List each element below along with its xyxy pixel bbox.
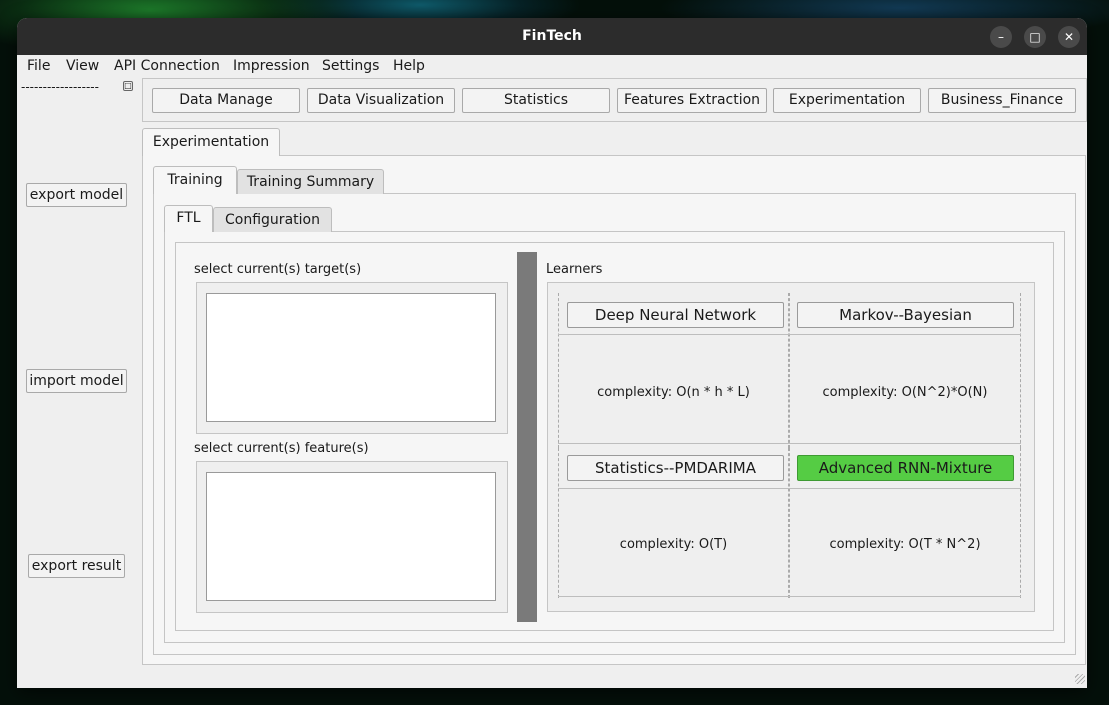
app-window: FinTech – □ ✕ File View API Connection I… [17,18,1087,688]
maximize-icon[interactable]: □ [1024,26,1046,48]
tab-ftl[interactable]: FTL [164,205,213,232]
divider [558,443,1021,444]
resize-grip-icon[interactable] [1075,674,1085,684]
float-panel-icon[interactable]: □ [123,81,133,91]
divider [558,334,1021,335]
minimize-icon[interactable]: – [990,26,1012,48]
markov-bayesian-button[interactable]: Markov--Bayesian [797,302,1014,328]
target-listbox[interactable] [206,293,496,422]
title-bar[interactable]: FinTech – □ ✕ [17,18,1087,55]
export-result-button[interactable]: export result [28,554,125,578]
target-selector-label: select current(s) target(s) [194,262,362,277]
import-model-button[interactable]: import model [26,369,127,393]
data-manage-button[interactable]: Data Manage [152,88,300,113]
rnn-complexity: complexity: O(T * N^2) [829,537,981,552]
statistics-pmdarima-button[interactable]: Statistics--PMDARIMA [567,455,784,481]
sidebar-header: ------------------ [21,80,99,94]
window-title: FinTech [522,28,582,44]
menu-file[interactable]: File [27,58,50,74]
business-finance-button[interactable]: Business_Finance [928,88,1076,113]
dnn-complexity: complexity: O(n * h * L) [597,385,750,400]
advanced-rnn-mixture-button[interactable]: Advanced RNN-Mixture [797,455,1014,481]
feature-listbox[interactable] [206,472,496,601]
divider [558,488,1021,489]
menu-help[interactable]: Help [393,58,425,74]
export-model-button[interactable]: export model [26,183,127,207]
tab-configuration[interactable]: Configuration [213,207,332,232]
markov-complexity: complexity: O(N^2)*O(N) [822,385,988,400]
pmdarima-complexity: complexity: O(T) [619,537,728,552]
menu-settings[interactable]: Settings [322,58,379,74]
tab-training-summary[interactable]: Training Summary [237,169,384,194]
tab-experimentation[interactable]: Experimentation [142,128,280,156]
close-icon[interactable]: ✕ [1058,26,1080,48]
learners-label: Learners [546,262,603,277]
tab-training[interactable]: Training [153,166,237,194]
divider [558,596,1021,597]
menu-impression[interactable]: Impression [233,58,310,74]
toolbar-frame: Data Manage Data Visualization Statistic… [142,78,1087,122]
menu-view[interactable]: View [66,58,99,74]
statistics-button[interactable]: Statistics [462,88,610,113]
menu-bar: File View API Connection Impression Sett… [17,55,1087,77]
splitter-handle[interactable] [517,252,537,622]
feature-selector-label: select current(s) feature(s) [194,441,369,456]
learners-grid-frame: Deep Neural Network Markov--Bayesian com… [547,282,1035,612]
experimentation-button[interactable]: Experimentation [773,88,921,113]
menu-api-connection[interactable]: API Connection [114,58,220,74]
deep-neural-network-button[interactable]: Deep Neural Network [567,302,784,328]
features-extraction-button[interactable]: Features Extraction [617,88,767,113]
data-visualization-button[interactable]: Data Visualization [307,88,455,113]
